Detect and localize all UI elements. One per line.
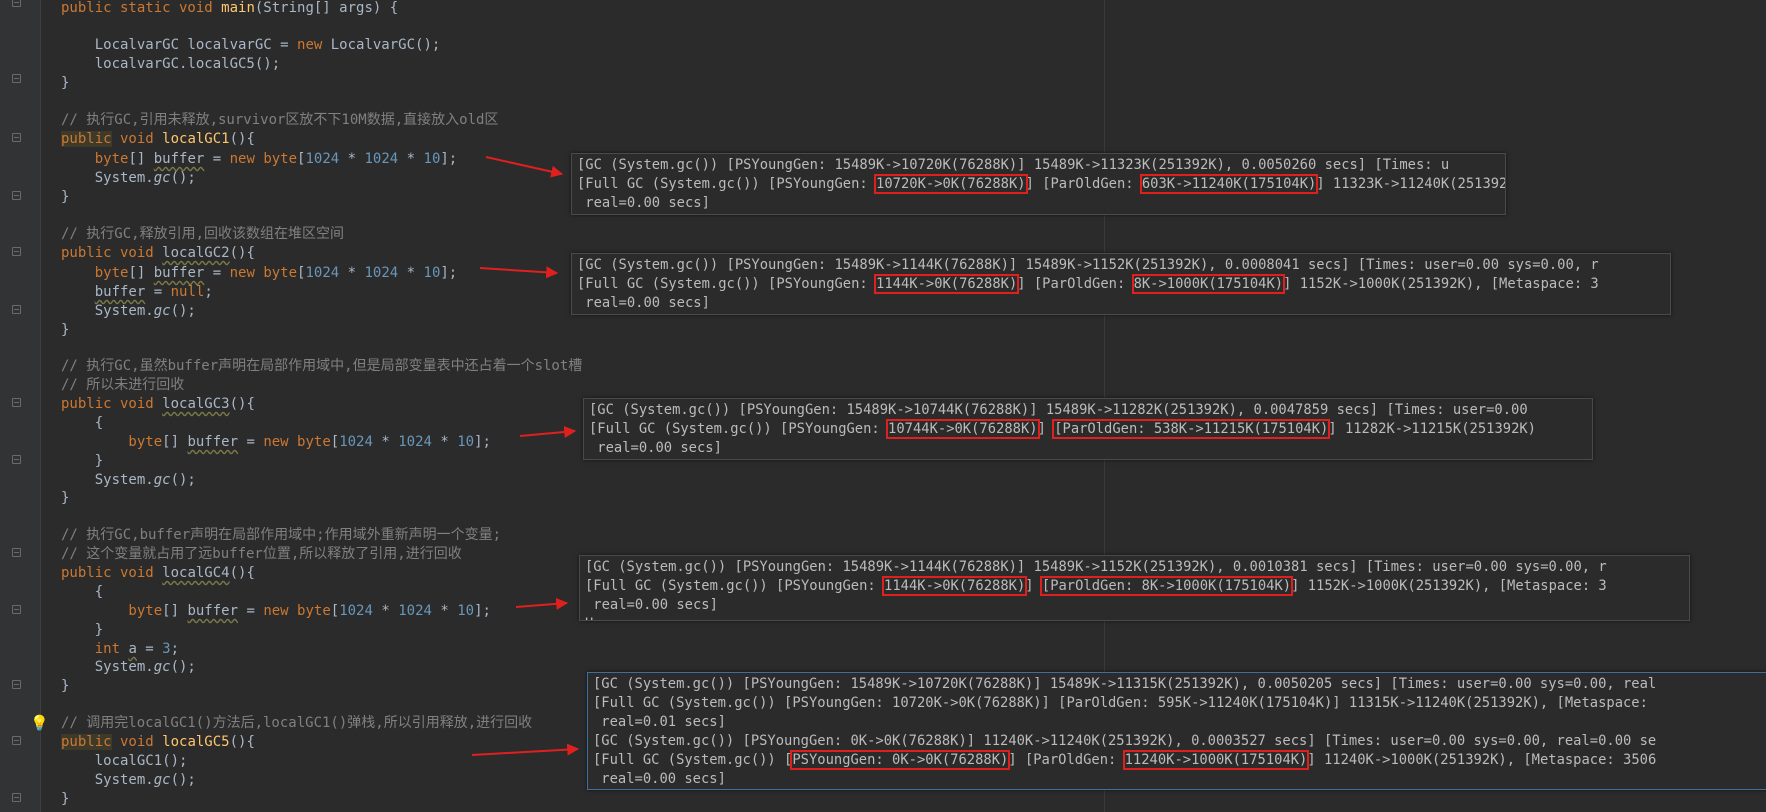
arrow-localGC5 (471, 743, 580, 756)
arrow-localGC4 (515, 597, 569, 610)
arrow-localGC2 (479, 266, 559, 279)
arrow-localGC3 (519, 426, 577, 438)
arrow-localGC1 (485, 156, 564, 178)
annotation-arrows (471, 156, 580, 756)
